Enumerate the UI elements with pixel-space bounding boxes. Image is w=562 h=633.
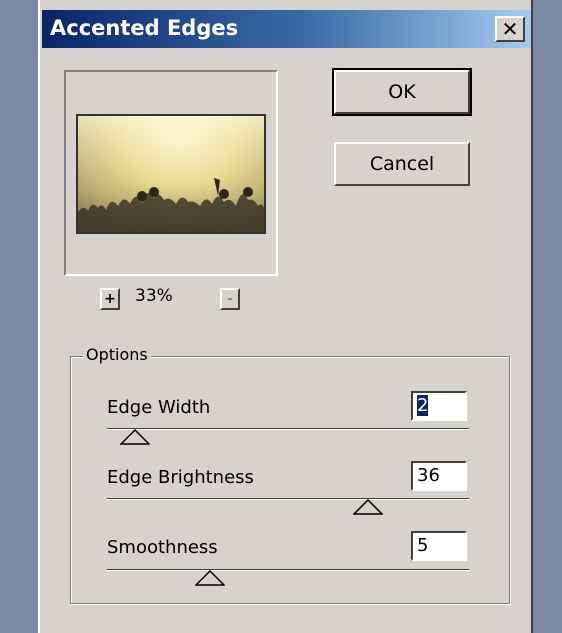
edge-width-value: 2 [417,395,429,416]
edge-brightness-input[interactable]: 36 [411,461,467,491]
smoothness-slider-thumb[interactable] [195,570,226,586]
smoothness-slider-track[interactable] [107,569,469,571]
options-group: Options Edge Width 2 Edge Brightness 36 … [70,345,510,604]
ok-button[interactable]: OK [332,68,472,116]
edge-width-input[interactable]: 2 [411,391,467,421]
zoom-in-button[interactable]: + [100,288,120,310]
edge-brightness-label: Edge Brightness [107,467,254,488]
edge-width-slider-track[interactable] [107,428,469,430]
crowd-silhouette-image [78,116,264,232]
edge-brightness-slider-track[interactable] [107,498,469,500]
accented-edges-dialog: Accented Edges ✕ + 33% - OK Cancel Optio… [38,0,533,633]
dialog-title: Accented Edges [50,16,239,40]
smoothness-input[interactable]: 5 [411,531,467,561]
close-icon: ✕ [501,17,519,41]
close-button[interactable]: ✕ [495,16,525,42]
edge-width-slider-thumb[interactable] [119,429,150,445]
preview-image[interactable] [76,114,266,234]
preview-pane[interactable] [64,70,278,276]
zoom-out-button[interactable]: - [220,288,240,310]
edge-brightness-slider-thumb[interactable] [352,499,383,515]
options-legend: Options [83,345,151,364]
minus-icon: - [227,291,233,307]
cancel-button[interactable]: Cancel [334,142,470,186]
cancel-button-label: Cancel [369,153,435,175]
zoom-level-readout: 33% [135,286,173,306]
title-bar[interactable]: Accented Edges ✕ [42,10,531,48]
smoothness-label: Smoothness [107,537,218,558]
ok-button-label: OK [388,81,416,103]
plus-icon: + [104,291,116,307]
edge-width-label: Edge Width [107,397,211,418]
edge-brightness-value: 36 [417,465,440,486]
smoothness-value: 5 [417,535,429,556]
